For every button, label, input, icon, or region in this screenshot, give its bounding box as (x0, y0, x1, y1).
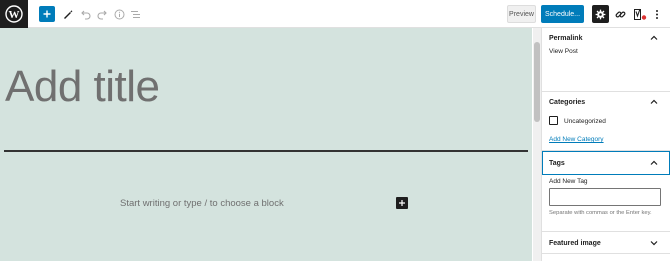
redo-button[interactable] (95, 5, 109, 23)
preview-button[interactable]: Preview (507, 5, 536, 23)
undo-icon (80, 10, 90, 20)
category-label: Uncategorized (564, 118, 606, 125)
title-divider (4, 150, 528, 152)
add-block-button[interactable] (39, 6, 55, 22)
yoast-button[interactable] (632, 5, 648, 23)
link-icon (615, 10, 625, 18)
featured-image-panel-header[interactable]: Featured image (542, 233, 670, 253)
svg-text:W: W (9, 9, 20, 21)
settings-sidebar: Permalink View Post Categories Uncategor… (541, 28, 670, 261)
featured-image-panel-title: Featured image (549, 239, 601, 247)
gear-icon (595, 9, 606, 19)
redo-icon (97, 10, 107, 20)
list-view-button[interactable] (128, 5, 142, 23)
permalink-panel-header[interactable]: Permalink (542, 28, 670, 48)
panel-divider (542, 231, 670, 232)
block-placeholder[interactable]: Start writing or type / to choose a bloc… (120, 198, 284, 209)
tags-panel-title: Tags (549, 159, 565, 167)
link-button[interactable] (613, 5, 627, 23)
schedule-button[interactable]: Schedule... (541, 5, 584, 23)
more-options-button[interactable] (652, 5, 662, 23)
chevron-down-icon (650, 241, 658, 246)
editor-top-toolbar: W Preview Schedule... (0, 0, 670, 28)
categories-panel-header[interactable]: Categories (542, 92, 670, 112)
post-title-field[interactable]: Add title (5, 62, 160, 112)
chevron-up-icon (650, 99, 658, 104)
settings-button[interactable] (592, 5, 609, 23)
uncategorized-checkbox[interactable] (549, 116, 558, 125)
info-icon (114, 9, 124, 19)
chevron-up-icon (650, 35, 658, 40)
scrollbar-thumb[interactable] (534, 42, 540, 122)
chevron-up-icon (650, 160, 658, 165)
tag-input[interactable] (549, 188, 661, 206)
panel-divider (542, 253, 670, 254)
plus-icon (399, 200, 405, 206)
pencil-icon (63, 9, 72, 19)
wordpress-icon[interactable]: W (0, 0, 28, 28)
tags-panel-header[interactable]: Tags (542, 153, 670, 173)
tag-help-text: Separate with commas or the Enter key. (549, 210, 652, 216)
list-view-icon (130, 10, 140, 18)
add-new-category-link[interactable]: Add New Category (549, 136, 604, 143)
plus-icon (43, 10, 51, 18)
details-button[interactable] (112, 5, 126, 23)
permalink-panel-title: Permalink (549, 34, 583, 42)
editor-scrollbar[interactable] (533, 28, 541, 261)
inline-add-block-button[interactable] (396, 197, 408, 209)
categories-panel-title: Categories (549, 98, 586, 106)
tools-button[interactable] (60, 5, 74, 23)
view-post-link[interactable]: View Post (549, 48, 578, 55)
add-new-tag-label: Add New Tag (549, 178, 588, 185)
undo-button[interactable] (78, 5, 92, 23)
yoast-icon (634, 8, 647, 20)
more-vertical-icon (656, 9, 658, 19)
editor-canvas: Add title Start writing or type / to cho… (0, 28, 532, 261)
